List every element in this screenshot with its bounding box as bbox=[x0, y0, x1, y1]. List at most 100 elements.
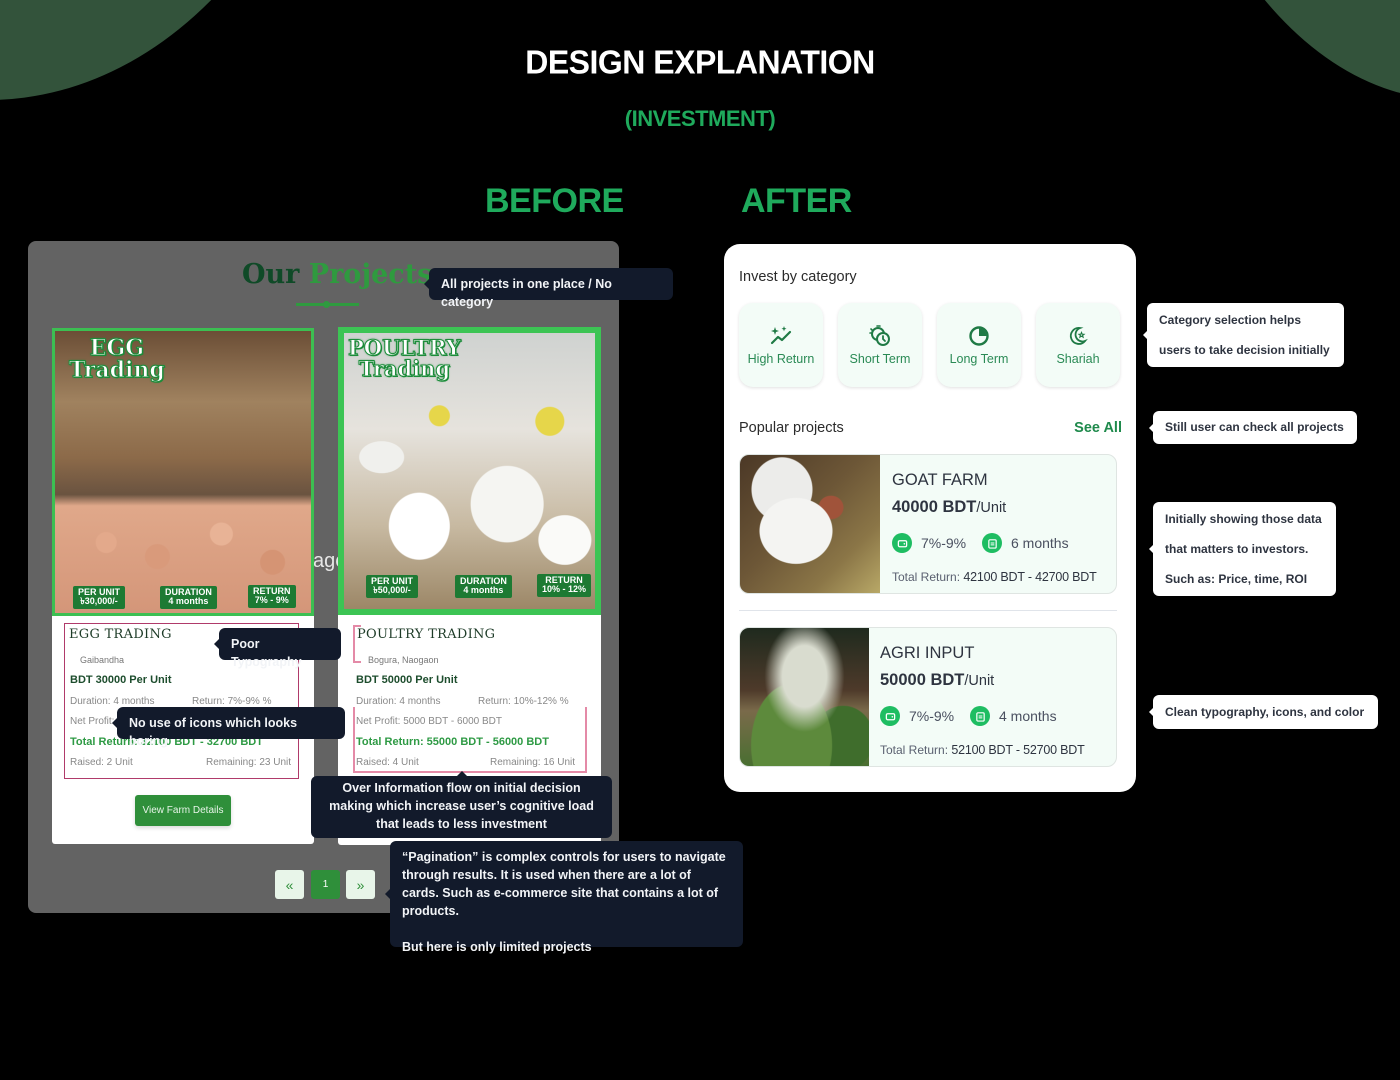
return-stat: 7%-9% bbox=[880, 706, 954, 726]
annotation-clean-design: Clean typography, icons, and color bbox=[1149, 695, 1378, 729]
return-value: 7%-9% bbox=[909, 708, 955, 724]
project-name: EGG TRADING bbox=[69, 627, 172, 642]
duration-stat: 4 months bbox=[970, 706, 1057, 726]
project-price: 40000 BDT/Unit bbox=[892, 498, 1006, 517]
price-unit: /Unit bbox=[964, 673, 995, 689]
project-location: Bogura, Naogaon bbox=[368, 655, 439, 665]
project-remaining: Remaining: 16 Unit bbox=[490, 757, 576, 768]
image-title-line1: POULTRY bbox=[348, 335, 462, 360]
project-location: Gaibandha bbox=[80, 655, 125, 665]
project-net-profit: Net Profit: 5000 BDT - 6000 BDT bbox=[356, 716, 502, 727]
total-return-label: Total Return: bbox=[880, 743, 949, 757]
badge-value: ৳50,000/- bbox=[373, 585, 411, 596]
category-label: Shariah bbox=[1056, 352, 1100, 366]
timer-icon bbox=[869, 325, 890, 346]
project-duration: Duration: 4 months bbox=[356, 696, 441, 707]
pagination-page-button[interactable]: 1 bbox=[311, 870, 340, 899]
annotation-line: Category selection helps bbox=[1159, 313, 1302, 327]
total-return-value: 42100 BDT - 42700 BDT bbox=[963, 570, 1097, 584]
poultry-trading-image: POULTRY Trading PER UNIT ৳50,000/- DURAT… bbox=[338, 327, 601, 615]
project-name: POULTRY TRADING bbox=[357, 627, 496, 642]
badge-duration: DURATION 4 months bbox=[160, 586, 217, 609]
project-price: BDT 50000 Per Unit bbox=[356, 674, 458, 686]
duration-value: 4 months bbox=[999, 708, 1057, 724]
badge-value: 10% - 12% bbox=[542, 584, 587, 595]
annotation-see-all: Still user can check all projects bbox=[1149, 411, 1357, 444]
page-title: DESIGN EXPLANATION bbox=[525, 43, 875, 81]
heading-underline-dot bbox=[323, 301, 330, 308]
annotation-no-icons: No use of icons which looks boring bbox=[112, 707, 345, 748]
category-long-term[interactable]: Long Term bbox=[937, 303, 1021, 387]
heading-word-projects: Projects bbox=[308, 259, 433, 290]
annotation-line: Initially showing those data bbox=[1165, 512, 1322, 526]
badge-return: RETURN 7% - 9% bbox=[248, 585, 296, 608]
crescent-star-icon bbox=[1069, 327, 1088, 345]
project-total-return: Total Return: 55000 BDT - 56000 BDT bbox=[356, 736, 549, 748]
total-return-label: Total Return: bbox=[892, 570, 961, 584]
annotation-poor-typography: Poor Typography bbox=[214, 628, 341, 669]
trend-sparkle-icon bbox=[770, 326, 792, 345]
old-project-card: POULTRY Trading PER UNIT ৳50,000/- DURAT… bbox=[338, 327, 601, 845]
annotation-no-category: All projects in one place / No category bbox=[424, 268, 673, 309]
badge-value: 7% - 9% bbox=[254, 595, 289, 606]
annotation-pagination: “Pagination” is complex controls for use… bbox=[385, 841, 743, 954]
category-heading: Invest by category bbox=[739, 269, 857, 285]
project-raised: Raised: 4 Unit bbox=[356, 757, 419, 768]
image-title-line1: EGG bbox=[89, 335, 145, 361]
price-value: 40000 BDT bbox=[892, 498, 977, 516]
old-project-card: EGG Trading PER UNIT ৳30,000/- DURATION … bbox=[52, 328, 314, 844]
annotation-pagination-note: But here is only limited projects bbox=[402, 940, 592, 954]
project-name: GOAT FARM bbox=[892, 471, 988, 489]
before-label: BEFORE bbox=[485, 182, 624, 220]
after-label: AFTER bbox=[741, 182, 852, 220]
image-title: EGG Trading bbox=[69, 335, 166, 383]
project-raised: Raised: 2 Unit bbox=[70, 757, 133, 768]
see-all-link[interactable]: See All bbox=[1074, 420, 1122, 436]
annotation-category-selection: Category selection helps users to take d… bbox=[1143, 303, 1344, 367]
price-unit: /Unit bbox=[976, 500, 1007, 516]
badge-value: ৳30,000/- bbox=[80, 596, 118, 607]
duration-stat: 6 months bbox=[982, 533, 1069, 553]
total-return: Total Return: 52100 BDT - 52700 BDT bbox=[880, 743, 1085, 757]
annotation-line: users to take decision initially bbox=[1159, 343, 1330, 357]
category-short-term[interactable]: Short Term bbox=[838, 303, 922, 387]
return-value: 7%-9% bbox=[921, 535, 967, 551]
image-title-line2: Trading bbox=[69, 357, 166, 383]
total-return-value: 52100 BDT - 52700 BDT bbox=[951, 743, 1085, 757]
after-panel: Invest by category High Return Short Ter… bbox=[724, 244, 1136, 792]
project-price: 50000 BDT/Unit bbox=[880, 671, 994, 690]
divider bbox=[739, 610, 1117, 611]
view-farm-details-button[interactable]: View Farm Details bbox=[135, 795, 231, 826]
pagination-next-button[interactable]: » bbox=[346, 870, 375, 899]
project-name: AGRI INPUT bbox=[880, 644, 975, 662]
page-subtitle: (INVESTMENT) bbox=[624, 106, 776, 131]
badge-value: 4 months bbox=[463, 585, 504, 596]
badge-duration: DURATION 4 months bbox=[455, 575, 512, 598]
badge-per-unit: PER UNIT ৳30,000/- bbox=[73, 586, 126, 609]
project-card-goat-farm[interactable]: GOAT FARM 40000 BDT/Unit 7%-9% 6 months … bbox=[739, 454, 1117, 594]
pie-clock-icon bbox=[969, 326, 989, 346]
annotation-line: Such as: Price, time, ROI bbox=[1165, 572, 1308, 586]
category-label: High Return bbox=[747, 352, 815, 366]
category-label: Short Term bbox=[849, 352, 911, 366]
return-stat: 7%-9% bbox=[892, 533, 966, 553]
project-duration: Duration: 4 months bbox=[70, 696, 155, 707]
price-value: 50000 BDT bbox=[880, 671, 965, 689]
annotation-information-overload: Over Information flow on initial decisio… bbox=[311, 771, 612, 838]
total-return: Total Return: 42100 BDT - 42700 BDT bbox=[892, 570, 1097, 584]
badge-value: 4 months bbox=[168, 596, 209, 607]
category-shariah[interactable]: Shariah bbox=[1036, 303, 1120, 387]
category-high-return[interactable]: High Return bbox=[739, 303, 823, 387]
pagination-prev-button[interactable]: « bbox=[275, 870, 304, 899]
calendar-icon bbox=[970, 706, 990, 726]
project-card-agri-input[interactable]: AGRI INPUT 50000 BDT/Unit 7%-9% 4 months… bbox=[739, 627, 1117, 767]
image-title-line2: Trading bbox=[358, 356, 451, 381]
wallet-icon bbox=[892, 533, 912, 553]
project-remaining: Remaining: 23 Unit bbox=[206, 757, 292, 768]
before-heading: Our Projects bbox=[242, 258, 432, 291]
annotation-line: that matters to investors. bbox=[1165, 542, 1309, 556]
annotation-pagination-text: “Pagination” is complex controls for use… bbox=[402, 850, 726, 918]
project-card-body: AGRI INPUT 50000 BDT/Unit 7%-9% 4 months… bbox=[880, 628, 1116, 766]
badge-return: RETURN 10% - 12% bbox=[537, 574, 592, 597]
project-price: BDT 30000 Per Unit bbox=[70, 674, 172, 686]
